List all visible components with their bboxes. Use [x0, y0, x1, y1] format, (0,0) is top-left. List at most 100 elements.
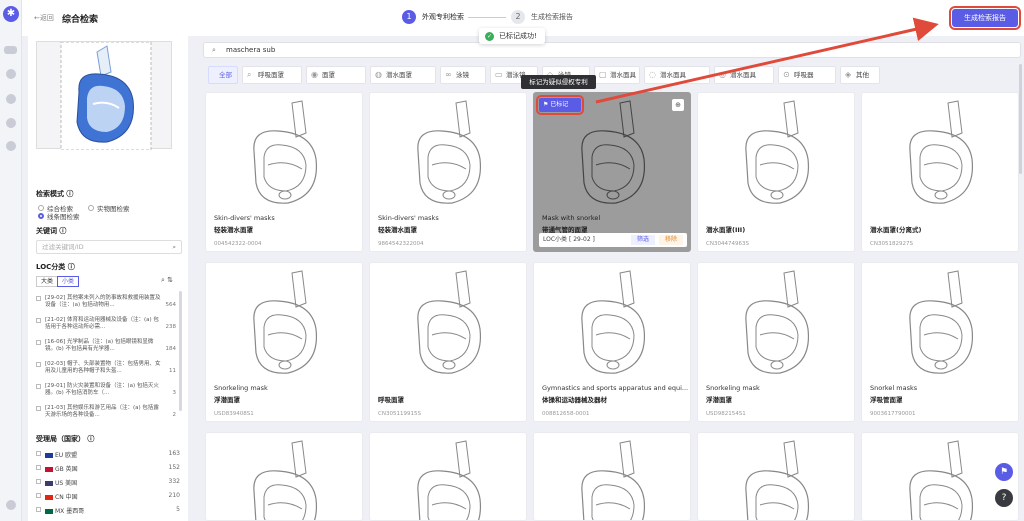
loc-item[interactable]: [21-02] 体育和运动用器械及设备（注：(a) 包括用于各种运动所必需...…	[36, 317, 176, 339]
category-chip[interactable]: ▢ 潜水面具	[594, 66, 640, 84]
search-icon[interactable]	[6, 69, 16, 79]
country-item-mx[interactable]: MX 墨西哥 5	[36, 506, 180, 516]
result-card[interactable]: Mask with snorkel 带通气管的面罩 ⚑ 已标记 ⊕ LOC小类 [ 29…	[533, 92, 691, 252]
zoom-icon[interactable]: ⊕	[672, 99, 684, 111]
result-card[interactable]: Snorkel masks 浮吸管面罩 9003617790001	[861, 262, 1019, 422]
result-card[interactable]: 呼吸面罩 CN305119915S	[369, 262, 527, 422]
patent-drawing	[581, 100, 646, 204]
patent-drawing	[745, 270, 810, 374]
search-value: maschera sub	[226, 46, 276, 54]
category-chip[interactable]: ◈ 其他	[840, 66, 880, 84]
patent-drawing	[909, 440, 974, 520]
result-card[interactable]	[697, 432, 855, 521]
card-title-cn: 潜水面罩(分离式)	[870, 226, 922, 234]
category-label: 其他	[856, 71, 869, 79]
category-thumb-icon: ⌕	[247, 70, 252, 79]
result-card[interactable]	[533, 432, 691, 521]
result-card[interactable]: Snorkeling mask 浮潜面罩 USD839408S1	[205, 262, 363, 422]
query-image[interactable]	[36, 41, 172, 151]
patent-drawing	[745, 100, 810, 204]
success-toast: ✓ 已标记成功!	[479, 28, 545, 44]
result-card[interactable]: 潜水面罩(III) CN304474963S	[697, 92, 855, 252]
stack-icon[interactable]	[4, 46, 17, 54]
loc-item[interactable]: [29-01] 防火灾装置和设备（注：(a) 包括灭火器。(b) 不包括消防车（…	[36, 383, 176, 405]
flag-fab-icon[interactable]: ⚑	[995, 463, 1013, 481]
category-label: 潜水面罩	[386, 71, 412, 79]
card-title-cn: 潜水面罩(III)	[706, 226, 746, 234]
country-item-gb[interactable]: GB 英国 152	[36, 464, 180, 474]
remove-button[interactable]: 移除	[659, 235, 683, 245]
result-card[interactable]	[369, 432, 527, 521]
result-card[interactable]: Skin-divers' masks 轻装潜水面罩 004542322-0004	[205, 92, 363, 252]
loc-item[interactable]: [21-03] 其他娱乐和游艺用品（注：(a) 包括露天游乐场的各种设备... 2	[36, 405, 176, 427]
card-title-cn: 浮潜面罩	[706, 396, 732, 404]
loc-tab-minor[interactable]: 小类	[57, 276, 80, 287]
loc-item[interactable]: [16-06] 光学制品（注：(a) 包括眼镜和显微镜。(b) 不包括具有光学器…	[36, 339, 176, 361]
loc-item[interactable]: [02-03] 帽子、头部装置物（注：包括男用、女用及儿童用的各种帽子和头盔..…	[36, 361, 176, 383]
mode-radio-line[interactable]: 线条图检索	[38, 211, 80, 221]
category-chip[interactable]: ◍ 潜水面罩	[370, 66, 436, 84]
card-patent-number: 004542322-0004	[214, 241, 262, 247]
result-card[interactable]: Skin-divers' masks 轻装潜水面罩 9864542322004	[369, 92, 527, 252]
marked-button[interactable]: ⚑ 已标记	[536, 95, 584, 115]
category-chip[interactable]: ∞ 泳镜	[440, 66, 486, 84]
results-scrollbar[interactable]	[1019, 64, 1022, 174]
result-card[interactable]: Gymnastics and sports apparatus and equi…	[533, 262, 691, 422]
category-filter-bar: 全部⌕呼吸面罩◉面罩◍潜水面罩∞泳镜▭潜泳镜◇泳镜▢潜水面具◌潜水面具◎潜水面具…	[203, 66, 1021, 84]
category-label: 泳镜	[456, 71, 469, 79]
nav-rail: ✱	[0, 0, 22, 521]
mode-radio-photo[interactable]: 实物图检索	[88, 203, 130, 213]
patent-drawing	[417, 270, 482, 374]
card-title-en: Snorkeling mask	[214, 384, 268, 392]
step-search[interactable]: 1 外观专利检索	[402, 10, 464, 24]
page-title: 综合检索	[62, 15, 99, 25]
country-item-cn[interactable]: CN 中国 210	[36, 492, 180, 502]
card-patent-number: 9864542322004	[378, 241, 424, 247]
country-label: 受理局（国家） ⓘ	[36, 435, 95, 443]
patent-drawing	[909, 270, 974, 374]
report-icon[interactable]	[6, 118, 16, 128]
result-card[interactable]	[205, 432, 363, 521]
category-chip[interactable]: ◉ 面罩	[306, 66, 366, 84]
generate-report-button[interactable]: 生成检索报告	[949, 6, 1021, 30]
card-patent-number: USD982154S1	[706, 411, 746, 417]
country-item-us[interactable]: US 美国 332	[36, 478, 180, 488]
loc-tab-major[interactable]: 大类	[36, 276, 59, 287]
loc-item[interactable]: [29-02] 其他案未列入的防事故和救援用装置及设备（注：(a) 包括动物用.…	[36, 295, 176, 317]
result-card[interactable]: 潜水面罩(分离式) CN305182927S	[861, 92, 1019, 252]
card-title-cn: 体操和运动器械及器材	[542, 396, 607, 404]
card-loc-text: LOC小类 [ 29-02 ]	[543, 236, 595, 243]
category-chip[interactable]: ◎ 潜水面具	[714, 66, 774, 84]
result-card[interactable]: Snorkeling mask 浮潜面罩 USD982154S1	[697, 262, 855, 422]
keyword-input[interactable]: 过滤关键词/ID ⌕	[36, 240, 182, 254]
filter-button[interactable]: 筛选	[631, 235, 655, 245]
card-title-en: Skin-divers' masks	[214, 214, 275, 222]
category-chip[interactable]: ⌕ 呼吸面罩	[242, 66, 302, 84]
back-link[interactable]: ←返回	[34, 13, 54, 23]
step-report[interactable]: 2 生成检索报告	[511, 10, 573, 24]
search-icon[interactable]: ⌕	[172, 241, 176, 253]
mark-tooltip: 标记为疑似侵权专利	[521, 75, 596, 89]
help-icon[interactable]: ?	[995, 489, 1013, 507]
shield-icon[interactable]	[6, 141, 16, 151]
country-item-eu[interactable]: EU 欧盟 163	[36, 450, 180, 460]
patent-drawing	[581, 270, 646, 374]
query-mask-image	[60, 41, 152, 151]
patent-drawing	[745, 440, 810, 520]
patent-icon[interactable]	[6, 94, 16, 104]
category-chip[interactable]: 全部	[208, 66, 238, 84]
user-icon[interactable]	[6, 500, 16, 510]
category-chip[interactable]: ◌ 潜水面具	[644, 66, 710, 84]
card-title-cn: 浮吸管面罩	[870, 396, 903, 404]
loc-tools[interactable]: ⌕ ⇅	[161, 276, 173, 285]
loc-scrollbar[interactable]	[179, 291, 182, 411]
flag-icon	[45, 509, 53, 514]
flag-icon	[45, 495, 53, 500]
step-number: 2	[511, 10, 525, 24]
app-logo-icon[interactable]: ✱	[3, 6, 19, 22]
search-input[interactable]: ⌕ maschera sub	[203, 42, 1021, 58]
toast-text: 已标记成功!	[499, 32, 537, 40]
category-chip[interactable]: ⊙ 呼吸器	[778, 66, 836, 84]
patent-drawing	[253, 100, 318, 204]
patent-drawing	[417, 100, 482, 204]
